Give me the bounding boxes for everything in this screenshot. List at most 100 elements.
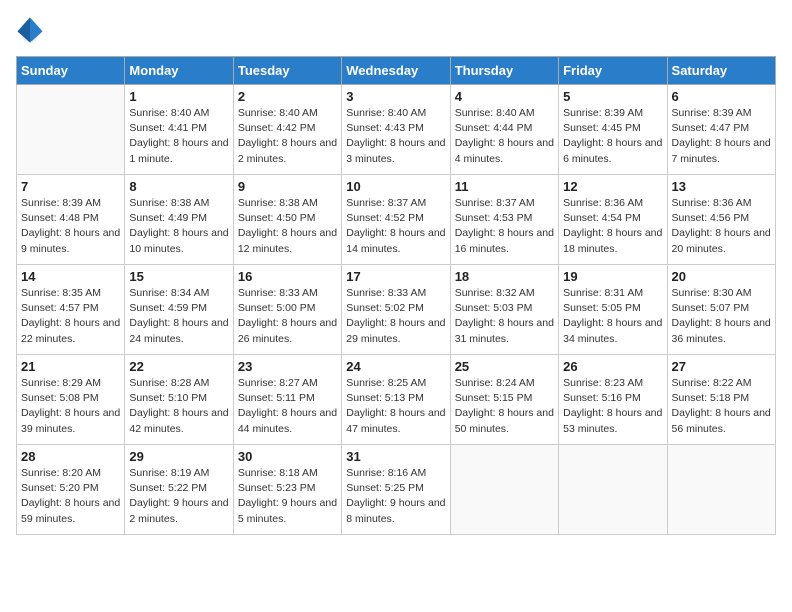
calendar-cell: 5 Sunrise: 8:39 AM Sunset: 4:45 PM Daylig… — [559, 85, 667, 175]
day-number: 4 — [455, 89, 554, 104]
calendar-header-row: SundayMondayTuesdayWednesdayThursdayFrid… — [17, 57, 776, 85]
calendar-cell: 19 Sunrise: 8:31 AM Sunset: 5:05 PM Dayli… — [559, 265, 667, 355]
calendar-cell: 21Sunrise: 8:29 AM Sunset: 5:08 PM Dayli… — [17, 355, 125, 445]
day-number: 16 — [238, 269, 337, 284]
day-number: 31 — [346, 449, 445, 464]
cell-content: Sunrise: 8:20 AM Sunset: 5:20 PM Dayligh… — [21, 466, 120, 527]
week-row-1: 7 Sunrise: 8:39 AM Sunset: 4:48 PM Daylig… — [17, 175, 776, 265]
day-number: 29 — [129, 449, 228, 464]
day-number: 23 — [238, 359, 337, 374]
day-header-monday: Monday — [125, 57, 233, 85]
week-row-4: 28 Sunrise: 8:20 AM Sunset: 5:20 PM Dayli… — [17, 445, 776, 535]
cell-content: Sunrise: 8:23 AM Sunset: 5:16 PM Dayligh… — [563, 376, 662, 437]
day-number: 13 — [672, 179, 771, 194]
cell-content: Sunrise: 8:40 AM Sunset: 4:42 PM Dayligh… — [238, 106, 337, 167]
day-number: 24 — [346, 359, 445, 374]
calendar-cell — [450, 445, 558, 535]
week-row-2: 14 Sunrise: 8:35 AM Sunset: 4:57 PM Dayli… — [17, 265, 776, 355]
day-number: 5 — [563, 89, 662, 104]
calendar-cell: 26 Sunrise: 8:23 AM Sunset: 5:16 PM Dayli… — [559, 355, 667, 445]
cell-content: Sunrise: 8:22 AM Sunset: 5:18 PM Dayligh… — [672, 376, 771, 437]
cell-content: Sunrise: 8:27 AM Sunset: 5:11 PM Dayligh… — [238, 376, 337, 437]
cell-content: Sunrise: 8:39 AM Sunset: 4:48 PM Dayligh… — [21, 196, 120, 257]
day-number: 8 — [129, 179, 228, 194]
calendar-cell: 7 Sunrise: 8:39 AM Sunset: 4:48 PM Daylig… — [17, 175, 125, 265]
cell-content: Sunrise: 8:40 AM Sunset: 4:43 PM Dayligh… — [346, 106, 445, 167]
calendar-cell: 9 Sunrise: 8:38 AM Sunset: 4:50 PM Daylig… — [233, 175, 341, 265]
day-header-saturday: Saturday — [667, 57, 775, 85]
calendar-cell: 3 Sunrise: 8:40 AM Sunset: 4:43 PM Daylig… — [342, 85, 450, 175]
logo — [16, 16, 48, 44]
calendar-cell: 22 Sunrise: 8:28 AM Sunset: 5:10 PM Dayli… — [125, 355, 233, 445]
cell-content: Sunrise: 8:31 AM Sunset: 5:05 PM Dayligh… — [563, 286, 662, 347]
day-number: 9 — [238, 179, 337, 194]
day-number: 14 — [21, 269, 120, 284]
calendar-cell: 11Sunrise: 8:37 AM Sunset: 4:53 PM Dayli… — [450, 175, 558, 265]
calendar-cell: 23 Sunrise: 8:27 AM Sunset: 5:11 PM Dayli… — [233, 355, 341, 445]
calendar-cell: 24 Sunrise: 8:25 AM Sunset: 5:13 PM Dayli… — [342, 355, 450, 445]
calendar-cell: 2Sunrise: 8:40 AM Sunset: 4:42 PM Daylig… — [233, 85, 341, 175]
cell-content: Sunrise: 8:24 AM Sunset: 5:15 PM Dayligh… — [455, 376, 554, 437]
calendar-cell — [667, 445, 775, 535]
day-number: 21 — [21, 359, 120, 374]
day-number: 30 — [238, 449, 337, 464]
logo-icon — [16, 16, 44, 44]
day-number: 11 — [455, 179, 554, 194]
calendar-cell: 28 Sunrise: 8:20 AM Sunset: 5:20 PM Dayli… — [17, 445, 125, 535]
cell-content: Sunrise: 8:35 AM Sunset: 4:57 PM Dayligh… — [21, 286, 120, 347]
cell-content: Sunrise: 8:30 AM Sunset: 5:07 PM Dayligh… — [672, 286, 771, 347]
day-number: 10 — [346, 179, 445, 194]
cell-content: Sunrise: 8:36 AM Sunset: 4:54 PM Dayligh… — [563, 196, 662, 257]
calendar-cell: 25 Sunrise: 8:24 AM Sunset: 5:15 PM Dayli… — [450, 355, 558, 445]
day-header-thursday: Thursday — [450, 57, 558, 85]
day-number: 18 — [455, 269, 554, 284]
day-number: 20 — [672, 269, 771, 284]
cell-content: Sunrise: 8:40 AM Sunset: 4:41 PM Dayligh… — [129, 106, 228, 167]
cell-content: Sunrise: 8:25 AM Sunset: 5:13 PM Dayligh… — [346, 376, 445, 437]
cell-content: Sunrise: 8:19 AM Sunset: 5:22 PM Dayligh… — [129, 466, 228, 527]
week-row-0: 1 Sunrise: 8:40 AM Sunset: 4:41 PM Daylig… — [17, 85, 776, 175]
cell-content: Sunrise: 8:32 AM Sunset: 5:03 PM Dayligh… — [455, 286, 554, 347]
cell-content: Sunrise: 8:34 AM Sunset: 4:59 PM Dayligh… — [129, 286, 228, 347]
calendar-cell: 4 Sunrise: 8:40 AM Sunset: 4:44 PM Daylig… — [450, 85, 558, 175]
calendar-cell — [559, 445, 667, 535]
day-number: 19 — [563, 269, 662, 284]
day-number: 26 — [563, 359, 662, 374]
calendar-cell: 16Sunrise: 8:33 AM Sunset: 5:00 PM Dayli… — [233, 265, 341, 355]
day-number: 22 — [129, 359, 228, 374]
calendar-cell: 18 Sunrise: 8:32 AM Sunset: 5:03 PM Dayli… — [450, 265, 558, 355]
day-number: 6 — [672, 89, 771, 104]
day-number: 15 — [129, 269, 228, 284]
calendar-cell: 17Sunrise: 8:33 AM Sunset: 5:02 PM Dayli… — [342, 265, 450, 355]
cell-content: Sunrise: 8:28 AM Sunset: 5:10 PM Dayligh… — [129, 376, 228, 437]
day-number: 1 — [129, 89, 228, 104]
cell-content: Sunrise: 8:39 AM Sunset: 4:47 PM Dayligh… — [672, 106, 771, 167]
day-header-wednesday: Wednesday — [342, 57, 450, 85]
cell-content: Sunrise: 8:40 AM Sunset: 4:44 PM Dayligh… — [455, 106, 554, 167]
calendar-cell: 29 Sunrise: 8:19 AM Sunset: 5:22 PM Dayli… — [125, 445, 233, 535]
cell-content: Sunrise: 8:16 AM Sunset: 5:25 PM Dayligh… — [346, 466, 445, 527]
calendar-cell: 12 Sunrise: 8:36 AM Sunset: 4:54 PM Dayli… — [559, 175, 667, 265]
calendar-cell: 6 Sunrise: 8:39 AM Sunset: 4:47 PM Daylig… — [667, 85, 775, 175]
calendar-cell: 20 Sunrise: 8:30 AM Sunset: 5:07 PM Dayli… — [667, 265, 775, 355]
cell-content: Sunrise: 8:37 AM Sunset: 4:52 PM Dayligh… — [346, 196, 445, 257]
calendar-cell: 1 Sunrise: 8:40 AM Sunset: 4:41 PM Daylig… — [125, 85, 233, 175]
day-header-tuesday: Tuesday — [233, 57, 341, 85]
day-number: 25 — [455, 359, 554, 374]
cell-content: Sunrise: 8:36 AM Sunset: 4:56 PM Dayligh… — [672, 196, 771, 257]
cell-content: Sunrise: 8:33 AM Sunset: 5:02 PM Dayligh… — [346, 286, 445, 347]
day-number: 7 — [21, 179, 120, 194]
day-number: 3 — [346, 89, 445, 104]
cell-content: Sunrise: 8:39 AM Sunset: 4:45 PM Dayligh… — [563, 106, 662, 167]
cell-content: Sunrise: 8:18 AM Sunset: 5:23 PM Dayligh… — [238, 466, 337, 527]
day-number: 27 — [672, 359, 771, 374]
day-header-friday: Friday — [559, 57, 667, 85]
calendar-cell: 13 Sunrise: 8:36 AM Sunset: 4:56 PM Dayli… — [667, 175, 775, 265]
calendar-cell: 15 Sunrise: 8:34 AM Sunset: 4:59 PM Dayli… — [125, 265, 233, 355]
cell-content: Sunrise: 8:38 AM Sunset: 4:50 PM Dayligh… — [238, 196, 337, 257]
calendar-cell: 10 Sunrise: 8:37 AM Sunset: 4:52 PM Dayli… — [342, 175, 450, 265]
day-number: 28 — [21, 449, 120, 464]
calendar-cell: 31 Sunrise: 8:16 AM Sunset: 5:25 PM Dayli… — [342, 445, 450, 535]
week-row-3: 21Sunrise: 8:29 AM Sunset: 5:08 PM Dayli… — [17, 355, 776, 445]
day-number: 12 — [563, 179, 662, 194]
